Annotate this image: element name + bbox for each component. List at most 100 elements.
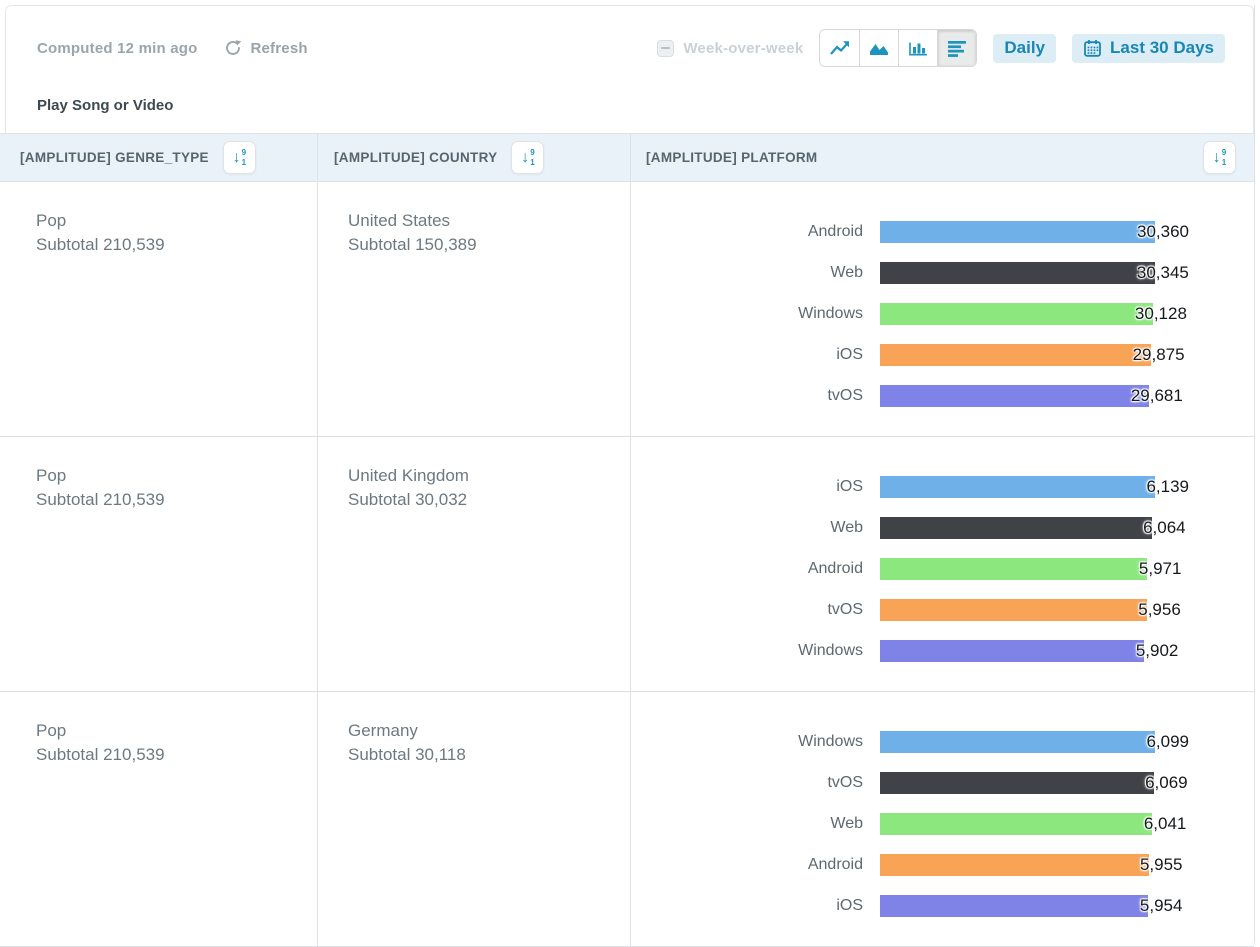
bar[interactable]: 6,099 bbox=[880, 731, 1155, 753]
area-chart-icon bbox=[868, 39, 890, 57]
platform-label: Android bbox=[631, 856, 880, 874]
bar[interactable]: 5,956 bbox=[880, 599, 1147, 621]
country-subtotal: Subtotal 30,118 bbox=[348, 743, 610, 767]
bar-value-label: 5,971 bbox=[1139, 559, 1182, 579]
bar-row: iOS29,875 bbox=[631, 344, 1254, 366]
computed-timestamp: Computed 12 min ago bbox=[37, 40, 197, 57]
bar-row: Android5,971 bbox=[631, 558, 1254, 580]
platform-bar-chart: Windows6,099tvOS6,069Web6,041Android5,95… bbox=[631, 731, 1254, 917]
chart-type-column-button[interactable] bbox=[898, 30, 937, 66]
bar-row: Windows6,099 bbox=[631, 731, 1254, 753]
chart-toolbar-card: Computed 12 min ago Refresh Week-over-we… bbox=[5, 5, 1254, 133]
country-cell: Germany Subtotal 30,118 bbox=[318, 692, 631, 946]
platform-cell: Android30,360Web30,345Windows30,128iOS29… bbox=[631, 182, 1254, 436]
sort-digits: 9 1 bbox=[242, 148, 246, 166]
platform-label: Windows bbox=[631, 733, 880, 751]
sort-button-country[interactable]: ↓ 9 1 bbox=[511, 141, 544, 174]
week-over-week-toggle[interactable]: Week-over-week bbox=[657, 40, 803, 57]
platform-label: Web bbox=[631, 815, 880, 833]
bar-value-label: 30,128 bbox=[1135, 304, 1187, 324]
platform-bar-chart: Android30,360Web30,345Windows30,128iOS29… bbox=[631, 221, 1254, 407]
platform-cell: iOS6,139Web6,064Android5,971tvOS5,956Win… bbox=[631, 437, 1254, 691]
bar-row: Web6,041 bbox=[631, 813, 1254, 835]
bar[interactable]: 5,955 bbox=[880, 854, 1149, 876]
refresh-button[interactable]: Refresh bbox=[223, 38, 307, 58]
platform-label: Windows bbox=[631, 305, 880, 323]
bar-value-label: 5,956 bbox=[1138, 600, 1181, 620]
week-over-week-checkbox[interactable] bbox=[657, 40, 674, 57]
bar-track: 6,139 bbox=[880, 476, 1155, 498]
platform-bar-chart: iOS6,139Web6,064Android5,971tvOS5,956Win… bbox=[631, 476, 1254, 662]
bar[interactable]: 6,069 bbox=[880, 772, 1154, 794]
country-value: Germany bbox=[348, 719, 610, 743]
platform-label: Android bbox=[631, 223, 880, 241]
country-subtotal: Subtotal 150,389 bbox=[348, 233, 610, 257]
bar[interactable]: 30,360 bbox=[880, 221, 1155, 243]
table-body: Pop Subtotal 210,539 United States Subto… bbox=[0, 182, 1254, 947]
bar[interactable]: 29,875 bbox=[880, 344, 1151, 366]
column-chart-icon bbox=[907, 39, 929, 57]
platform-label: Web bbox=[631, 264, 880, 282]
platform-label: iOS bbox=[631, 897, 880, 915]
platform-label: tvOS bbox=[631, 774, 880, 792]
bar-row: Web30,345 bbox=[631, 262, 1254, 284]
platform-label: Web bbox=[631, 519, 880, 537]
bar[interactable]: 5,902 bbox=[880, 640, 1144, 662]
sort-button-platform[interactable]: ↓ 9 1 bbox=[1203, 141, 1236, 174]
genre-subtotal: Subtotal 210,539 bbox=[36, 488, 297, 512]
country-cell: United Kingdom Subtotal 30,032 bbox=[318, 437, 631, 691]
bar-value-label: 5,902 bbox=[1136, 641, 1179, 661]
horizontal-bar-chart-icon bbox=[946, 39, 968, 57]
bar-value-label: 6,069 bbox=[1145, 773, 1188, 793]
refresh-label: Refresh bbox=[250, 40, 307, 57]
refresh-icon bbox=[223, 38, 243, 58]
bar[interactable]: 29,681 bbox=[880, 385, 1149, 407]
toolbar: Computed 12 min ago Refresh Week-over-we… bbox=[6, 29, 1253, 67]
bar[interactable]: 6,064 bbox=[880, 517, 1152, 539]
toolbar-left: Computed 12 min ago Refresh bbox=[37, 38, 308, 58]
platform-label: tvOS bbox=[631, 601, 880, 619]
platform-label: iOS bbox=[631, 478, 880, 496]
bar[interactable]: 30,345 bbox=[880, 262, 1155, 284]
table-row: Pop Subtotal 210,539 Germany Subtotal 30… bbox=[0, 692, 1254, 947]
sort-button-genre-type[interactable]: ↓ 9 1 bbox=[223, 141, 256, 174]
sort-descending-icon: ↓ bbox=[521, 150, 529, 166]
bar[interactable]: 6,041 bbox=[880, 813, 1152, 835]
bar-track: 5,971 bbox=[880, 558, 1155, 580]
genre-cell: Pop Subtotal 210,539 bbox=[0, 182, 318, 436]
platform-label: Android bbox=[631, 560, 880, 578]
interval-daily-button[interactable]: Daily bbox=[993, 34, 1056, 63]
bar-row: tvOS5,956 bbox=[631, 599, 1254, 621]
bar-row: iOS5,954 bbox=[631, 895, 1254, 917]
bar-value-label: 6,099 bbox=[1146, 732, 1189, 752]
bar[interactable]: 30,128 bbox=[880, 303, 1153, 325]
chart-type-line-button[interactable] bbox=[820, 30, 859, 66]
column-header-label: [AMPLITUDE] PLATFORM bbox=[646, 150, 817, 165]
chart-type-horizontal-bar-button[interactable] bbox=[937, 30, 976, 66]
chart-type-area-button[interactable] bbox=[859, 30, 898, 66]
sort-descending-icon: ↓ bbox=[1213, 150, 1221, 166]
bar-value-label: 30,360 bbox=[1137, 222, 1189, 242]
bar-track: 30,360 bbox=[880, 221, 1155, 243]
bar-value-label: 6,041 bbox=[1144, 814, 1187, 834]
platform-cell: Windows6,099tvOS6,069Web6,041Android5,95… bbox=[631, 692, 1254, 946]
column-header-genre-type: [AMPLITUDE] GENRE_TYPE ↓ 9 1 bbox=[0, 134, 318, 181]
genre-subtotal: Subtotal 210,539 bbox=[36, 743, 297, 767]
bar-value-label: 6,139 bbox=[1146, 477, 1189, 497]
bar-row: Windows5,902 bbox=[631, 640, 1254, 662]
bar[interactable]: 6,139 bbox=[880, 476, 1155, 498]
bar-value-label: 5,954 bbox=[1140, 896, 1183, 916]
sort-digits: 9 1 bbox=[1222, 148, 1226, 166]
platform-label: tvOS bbox=[631, 387, 880, 405]
bar-track: 6,069 bbox=[880, 772, 1155, 794]
country-cell: United States Subtotal 150,389 bbox=[318, 182, 631, 436]
bar-row: tvOS29,681 bbox=[631, 385, 1254, 407]
country-value: United Kingdom bbox=[348, 464, 610, 488]
date-range-button[interactable]: Last 30 Days bbox=[1072, 34, 1225, 63]
bar[interactable]: 5,954 bbox=[880, 895, 1148, 917]
event-row: Play Song or Video bbox=[6, 97, 1253, 115]
chart-type-selector bbox=[819, 29, 977, 67]
bar[interactable]: 5,971 bbox=[880, 558, 1147, 580]
toolbar-right: Week-over-week bbox=[657, 29, 1225, 67]
sort-descending-icon: ↓ bbox=[233, 150, 241, 166]
